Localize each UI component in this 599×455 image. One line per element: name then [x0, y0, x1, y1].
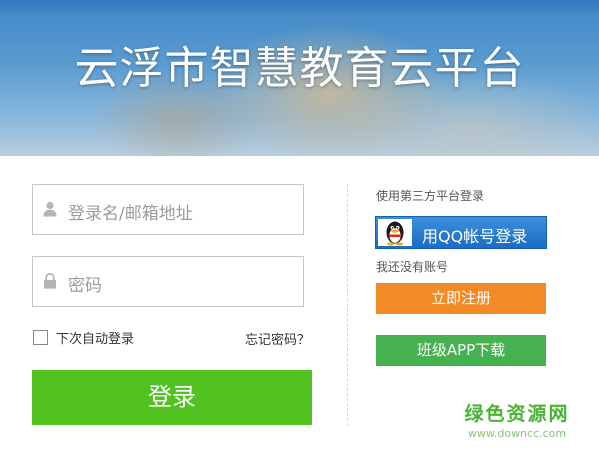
password-placeholder: 密码: [68, 276, 102, 296]
qq-penguin-icon: [378, 219, 412, 246]
vertical-divider: [347, 184, 348, 426]
qq-login-button[interactable]: 用QQ帐号登录: [375, 216, 547, 249]
app-download-button[interactable]: 班级APP下载: [376, 335, 546, 366]
hero-banner: 云浮市智慧教育云平台: [0, 0, 599, 156]
login-button[interactable]: 登录: [32, 370, 312, 425]
watermark-brand: 绿色资源网: [464, 403, 570, 425]
page-title: 云浮市智慧教育云平台: [74, 43, 525, 94]
lock-icon: [43, 272, 57, 289]
watermark-url: www.downcc.com: [467, 427, 567, 440]
forgot-password-link[interactable]: 忘记密码？: [245, 329, 310, 348]
remember-checkbox[interactable]: [33, 329, 48, 345]
hero-sky-band: [0, 0, 599, 14]
qq-login-label: 用QQ帐号登录: [422, 227, 528, 246]
third-party-login-title: 使用第三方平台登录: [376, 189, 485, 203]
remember-label: 下次自动登录: [56, 331, 135, 347]
password-field[interactable]: 密码: [32, 256, 304, 307]
user-icon: [43, 201, 57, 217]
username-field[interactable]: 登录名/邮箱地址: [32, 184, 304, 235]
username-placeholder: 登录名/邮箱地址: [68, 204, 193, 224]
site-watermark: 绿色资源网 www.downcc.com: [457, 399, 577, 440]
register-button[interactable]: 立即注册: [376, 283, 546, 314]
remember-me[interactable]: 下次自动登录: [33, 328, 135, 347]
no-account-title: 我还没有账号: [376, 260, 449, 274]
